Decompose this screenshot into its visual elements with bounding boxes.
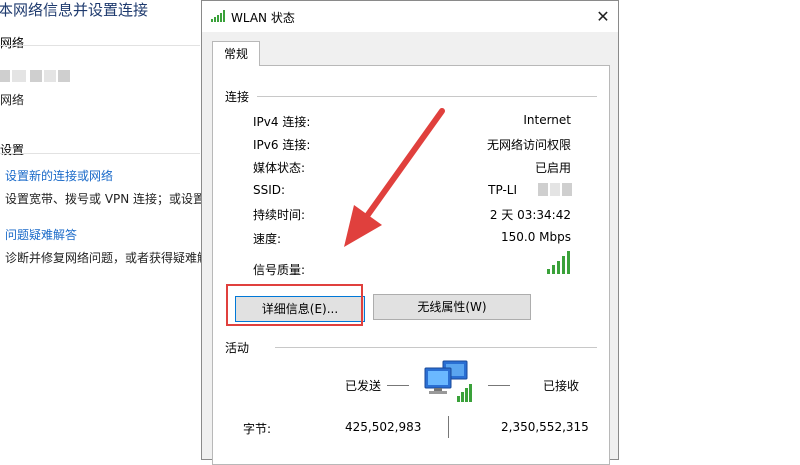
ssid-value: TP-LI [488, 183, 517, 197]
troubleshoot-link[interactable]: 问题疑难解答 [5, 226, 77, 243]
divider [488, 385, 510, 386]
network-computers-icon [424, 360, 472, 402]
ipv6-value: 无网络访问权限 [486, 138, 571, 152]
new-connection-link[interactable]: 设置新的连接或网络 [5, 167, 113, 184]
signal-quality-label: 信号质量: [253, 263, 306, 277]
red-arrow-annotation [344, 108, 445, 247]
divider [0, 45, 200, 46]
tab-general[interactable]: 常规 [212, 41, 260, 66]
dialog-titlebar[interactable]: WLAN 状态 ✕ [202, 1, 618, 32]
speed-label: 速度: [253, 232, 282, 246]
ssid-label: SSID: [253, 183, 286, 197]
network-type-label: 网络 [0, 93, 25, 107]
redacted-network-name [12, 70, 26, 82]
section-network-heading: 网络 [0, 36, 25, 50]
redacted-ssid [550, 183, 560, 196]
page-title: 本网络信息并设置连接 [0, 1, 149, 19]
media-state-value: 已启用 [534, 161, 571, 175]
new-connection-description: 设置宽带、拨号或 VPN 连接；或设置 [5, 192, 206, 206]
wireless-properties-button[interactable]: 无线属性(W) [373, 294, 531, 320]
bytes-received-value: 2,350,552,315 [501, 420, 589, 434]
wifi-signal-icon [211, 10, 225, 22]
connection-section-label: 连接 [225, 90, 250, 104]
dialog-title: WLAN 状态 [231, 11, 295, 25]
bytes-sent-value: 425,502,983 [345, 420, 422, 434]
speed-value: 150.0 Mbps [500, 230, 571, 244]
received-label: 已接收 [543, 379, 580, 393]
divider [257, 96, 597, 97]
redacted-network-name [44, 70, 56, 82]
divider [275, 347, 597, 348]
redacted-ssid [538, 183, 548, 196]
duration-label: 持续时间: [253, 208, 306, 222]
divider [0, 153, 200, 154]
redacted-network-name [0, 70, 10, 82]
divider [448, 416, 449, 438]
section-settings-heading: 设置 [0, 143, 25, 157]
activity-section-label: 活动 [225, 341, 250, 355]
troubleshoot-description: 诊断并修复网络问题，或者获得疑难解 [5, 251, 210, 265]
red-highlight-annotation [226, 284, 363, 326]
redacted-ssid [562, 183, 572, 196]
ipv4-label: IPv4 连接: [253, 115, 311, 129]
media-state-label: 媒体状态: [253, 161, 306, 175]
redacted-network-name [58, 70, 70, 82]
divider [387, 385, 409, 386]
bytes-label: 字节: [243, 422, 272, 436]
ipv4-value: Internet [523, 113, 571, 127]
close-button[interactable]: ✕ [588, 1, 618, 32]
duration-value: 2 天 03:34:42 [489, 208, 571, 222]
sent-label: 已发送 [345, 379, 382, 393]
signal-strength-icon [547, 250, 577, 274]
ipv6-label: IPv6 连接: [253, 138, 311, 152]
redacted-network-name [30, 70, 42, 82]
